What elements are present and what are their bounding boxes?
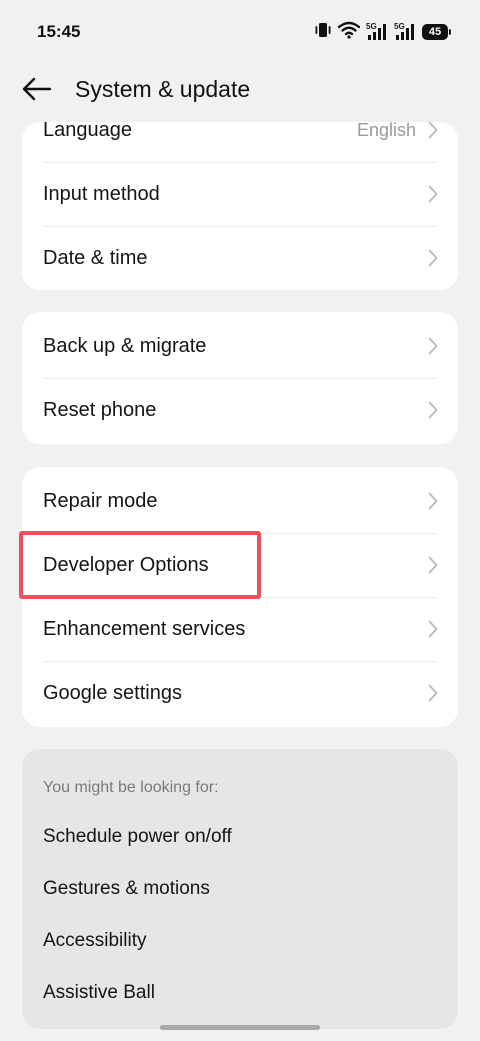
battery-level: 45: [428, 26, 442, 38]
settings-item-reset-phone[interactable]: Reset phone: [22, 378, 458, 442]
suggestion-item[interactable]: Accessibility: [43, 930, 146, 952]
signal-5g-icon: 5G: [366, 22, 388, 42]
battery-icon: 45: [422, 24, 451, 40]
vibrate-icon: [314, 21, 332, 44]
settings-item-label: Enhancement services: [43, 617, 246, 640]
chevron-right-icon: [428, 620, 438, 638]
settings-item-input-method[interactable]: Input method: [22, 162, 458, 226]
status-time: 15:45: [37, 22, 81, 41]
app-header: System & update: [0, 64, 480, 116]
settings-item-date-time[interactable]: Date & time: [22, 226, 458, 290]
settings-item-label: Date & time: [43, 246, 148, 269]
arrow-left-icon: [22, 77, 52, 101]
settings-item-label: Repair mode: [43, 489, 158, 512]
back-button[interactable]: [20, 74, 54, 104]
settings-item-label: Back up & migrate: [43, 334, 207, 357]
chevron-right-icon: [428, 556, 438, 574]
settings-item-value: English: [356, 122, 416, 140]
suggestions-heading: You might be looking for:: [43, 779, 219, 796]
chevron-right-icon: [428, 492, 438, 510]
status-icons: 5G 5G 45: [314, 20, 451, 44]
home-indicator[interactable]: [160, 1025, 320, 1030]
chevron-right-icon: [428, 249, 438, 267]
settings-group-2: Back up & migrate Reset phone: [22, 312, 458, 444]
suggestion-item[interactable]: Schedule power on/off: [43, 826, 232, 848]
wifi-icon: [337, 21, 361, 44]
chevron-right-icon: [428, 122, 438, 139]
settings-item-label: Google settings: [43, 681, 182, 704]
settings-item-back-up-migrate[interactable]: Back up & migrate: [22, 314, 458, 378]
settings-group-3: Repair mode Developer Options Enhancemen…: [22, 467, 458, 727]
settings-item-google-settings[interactable]: Google settings: [22, 661, 458, 725]
settings-item-repair-mode[interactable]: Repair mode: [22, 469, 458, 533]
page-title: System & update: [75, 76, 251, 102]
chevron-right-icon: [428, 337, 438, 355]
signal-5g-icon-2: 5G: [394, 22, 416, 42]
status-bar: 15:45 5G 5G 45: [0, 0, 480, 64]
suggestion-item[interactable]: Assistive Ball: [43, 982, 155, 1004]
suggestions-card: You might be looking for: Schedule power…: [22, 749, 458, 1029]
settings-item-label: Reset phone: [43, 398, 157, 421]
settings-item-developer-options[interactable]: Developer Options: [22, 533, 458, 597]
suggestion-item[interactable]: Gestures & motions: [43, 878, 210, 900]
chevron-right-icon: [428, 185, 438, 203]
chevron-right-icon: [428, 401, 438, 419]
settings-item-enhancement-services[interactable]: Enhancement services: [22, 597, 458, 661]
settings-item-label: Developer Options: [43, 553, 209, 576]
settings-item-label: Language: [43, 122, 132, 141]
settings-item-label: Input method: [43, 182, 160, 205]
settings-item-language[interactable]: Language English: [22, 122, 458, 162]
chevron-right-icon: [428, 684, 438, 702]
settings-group-1: Language English Input method Date & tim…: [22, 122, 458, 290]
